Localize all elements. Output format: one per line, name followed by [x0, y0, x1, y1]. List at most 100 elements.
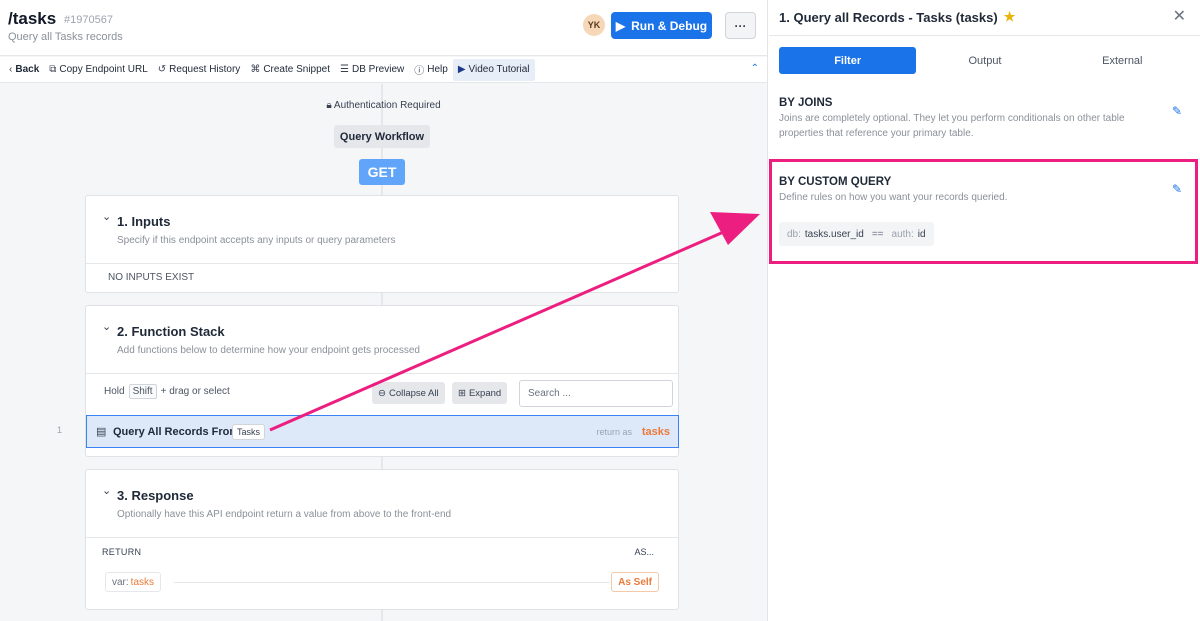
as-header: AS... [634, 547, 654, 557]
auth-label: Authentication Required [333, 100, 441, 111]
help-label: Help [427, 64, 448, 75]
db-preview-button[interactable]: ☰ DB Preview [335, 59, 409, 81]
chevron-down-icon[interactable]: ⌄ [102, 484, 111, 497]
help-button[interactable]: ⓘ Help [409, 59, 453, 81]
request-history-label: Request History [169, 64, 241, 75]
video-tutorial-button[interactable]: ▶ Video Tutorial [452, 58, 535, 81]
custom-query-highlight [769, 159, 1198, 264]
history-icon: ↺ [157, 64, 167, 75]
endpoint-header: /tasks #1970567 Query all Tasks records … [0, 0, 767, 56]
db-preview-label: DB Preview [352, 64, 405, 75]
database-icon: ☰ [340, 64, 349, 75]
panel-title-text: 1. Query all Records - Tasks (tasks) [779, 9, 998, 25]
custom-query-description: Define rules on how you want your record… [779, 192, 1008, 203]
var-name: tasks [130, 576, 155, 588]
return-as-label: return as [596, 427, 632, 437]
function-name: Query All Records From [113, 426, 240, 438]
tab-external[interactable]: External [1054, 47, 1191, 74]
condition-left-value: tasks.user_id [804, 228, 864, 240]
var-prefix: var: [112, 576, 129, 588]
run-debug-button[interactable]: ▶ Run & Debug [611, 12, 712, 39]
condition-left-prefix: db: [787, 228, 801, 240]
endpoint-toolbar: ‹ Back ⧉ Copy Endpoint URL ↺ Request His… [0, 57, 767, 83]
function-stack-subtitle: Add functions below to determine how you… [117, 345, 420, 356]
tab-filter[interactable]: Filter [779, 47, 917, 74]
back-button[interactable]: ‹ Back [4, 59, 44, 81]
condition-right-value: id [917, 228, 926, 240]
collapse-all-button[interactable]: ⊖ Collapse All [372, 382, 445, 404]
expand-button[interactable]: ⊞ Expand [452, 382, 508, 404]
divider [174, 582, 610, 583]
as-self-button[interactable]: As Self [611, 572, 659, 592]
star-icon[interactable]: ★ [1004, 9, 1016, 25]
query-workflow-label: Query Workflow [334, 125, 430, 148]
collapse-all-label: Collapse All [388, 387, 439, 399]
return-variable: tasks [641, 426, 670, 438]
edit-custom-query-pencil-icon[interactable]: ✎ [1172, 182, 1182, 196]
chevron-up-icon[interactable]: ⌃ [751, 63, 759, 74]
lock-icon: 🔒︎ [326, 100, 332, 111]
joins-title: BY JOINS [779, 97, 833, 109]
chevron-down-icon[interactable]: ⌄ [102, 210, 111, 223]
back-label: Back [15, 64, 40, 75]
drag-hint: Hold Shift + drag or select [104, 384, 230, 399]
function-stack-title: 2. Function Stack [117, 324, 225, 339]
function-search-input[interactable]: Search ... [519, 380, 673, 407]
panel-tabs: Filter Output External [779, 47, 1191, 74]
divider [86, 373, 678, 374]
collapse-icon: ⊖ [378, 387, 386, 399]
avatar[interactable]: YK [583, 14, 605, 36]
more-options-button[interactable]: ··· [725, 12, 756, 39]
drag-label: + drag or select [160, 386, 230, 397]
custom-query-title: BY CUSTOM QUERY [779, 176, 892, 188]
endpoint-editor: /tasks #1970567 Query all Tasks records … [0, 0, 768, 621]
create-snippet-label: Create Snippet [263, 64, 331, 75]
close-icon[interactable]: ✕ [1173, 6, 1186, 26]
play-icon: ▶ [615, 18, 626, 33]
back-icon: ‹ [9, 64, 13, 75]
route-title: /tasks [8, 9, 57, 28]
video-icon: ▶ [457, 64, 466, 75]
chevron-down-icon[interactable]: ⌄ [102, 320, 111, 333]
function-settings-panel: 1. Query all Records - Tasks (tasks) ★ ✕… [769, 0, 1200, 621]
expand-icon: ⊞ [458, 387, 466, 399]
joins-description: Joins are completely optional. They let … [779, 113, 1125, 139]
inputs-subtitle: Specify if this endpoint accepts any inp… [117, 235, 396, 246]
divider [86, 537, 678, 538]
route-id: #1970567 [64, 14, 113, 26]
snippet-icon: ⌘ [250, 64, 261, 75]
copy-endpoint-url-button[interactable]: ⧉ Copy Endpoint URL [44, 59, 153, 81]
response-variable[interactable]: var: tasks [105, 572, 162, 592]
response-card: ⌄ 3. Response Optionally have this API e… [85, 469, 679, 610]
create-snippet-button[interactable]: ⌘ Create Snippet [245, 59, 335, 81]
table-badge: Tasks [232, 424, 266, 440]
inputs-title: 1. Inputs [117, 214, 171, 229]
expand-label: Expand [468, 387, 502, 399]
copy-endpoint-url-label: Copy Endpoint URL [59, 64, 148, 75]
divider [769, 35, 1200, 36]
video-tutorial-label: Video Tutorial [468, 64, 530, 75]
tab-output[interactable]: Output [916, 47, 1053, 74]
function-row[interactable]: ▤ Query All Records From Tasks return as… [86, 415, 679, 448]
condition-operator: == [871, 228, 884, 240]
condition-right-prefix: auth: [891, 228, 914, 240]
http-method-badge: GET [359, 159, 405, 185]
shift-key: Shift [128, 384, 157, 399]
panel-title: 1. Query all Records - Tasks (tasks) ★ [779, 9, 1015, 25]
edit-joins-pencil-icon[interactable]: ✎ [1172, 104, 1182, 118]
run-debug-label: Run & Debug [631, 18, 708, 33]
hold-label: Hold [104, 386, 125, 397]
response-title: 3. Response [117, 488, 194, 503]
table-icon: ▤ [96, 426, 107, 438]
route-description: Query all Tasks records [8, 31, 123, 43]
query-condition[interactable]: db: tasks.user_id == auth: id [779, 222, 934, 246]
divider [86, 263, 678, 264]
copy-icon: ⧉ [49, 64, 57, 75]
return-header: RETURN [102, 547, 142, 557]
help-icon: ⓘ [414, 66, 425, 77]
response-subtitle: Optionally have this API endpoint return… [117, 509, 452, 520]
request-history-button[interactable]: ↺ Request History [153, 59, 246, 81]
auth-required: 🔒︎ Authentication Required [0, 100, 767, 111]
no-inputs-text: NO INPUTS EXIST [108, 272, 195, 283]
inputs-card: ⌄ 1. Inputs Specify if this endpoint acc… [85, 195, 679, 293]
